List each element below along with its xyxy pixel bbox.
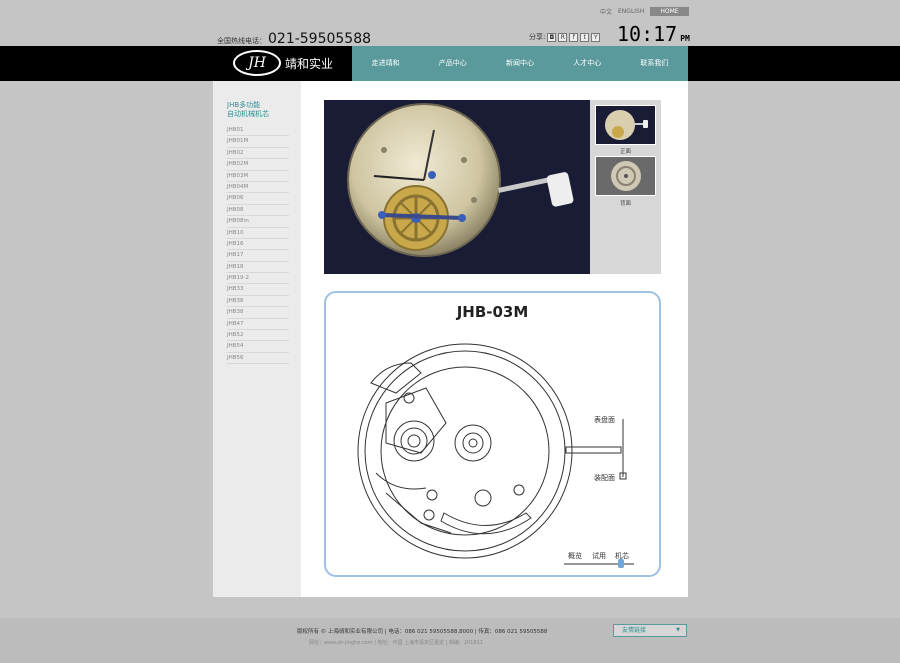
sidebar-title: JHB多功能 自动机械机芯 (227, 101, 269, 119)
movement-photo-image (347, 103, 574, 257)
product-item[interactable]: JHB16 (227, 239, 289, 251)
nav-about[interactable]: 走进靖和 (352, 46, 419, 81)
tab-fit[interactable]: 试用 (592, 551, 606, 561)
product-item[interactable]: JHB08m (227, 216, 289, 228)
movement-diagram: JHB-03M 表盘面 装配面 概览 试用 机芯 (324, 291, 661, 577)
product-item[interactable]: JHB06 (227, 193, 289, 205)
logo-name: 靖和实业 (285, 56, 334, 71)
hotline-number: 021-59505588 (268, 31, 372, 47)
top-bar: 中文 ENGLISH HOME 全国热线电话： 021-59505588 分享: … (0, 0, 900, 47)
product-item[interactable]: JHB03M (227, 171, 289, 182)
back-label: 背面 (619, 201, 631, 207)
movement-photo (324, 100, 590, 274)
nav-careers[interactable]: 人才中心 (554, 46, 621, 81)
footer: 版权所有 © 上海靖和实业有限公司 | 电话：086 021 59505588,… (0, 618, 900, 663)
qq-share-icon[interactable]: ◘ (547, 32, 557, 42)
product-item[interactable]: JHB56 (227, 353, 289, 365)
product-item[interactable]: JHB02M (227, 159, 289, 171)
product-item[interactable]: JHB17 (227, 250, 289, 262)
sidebar-title-line1: JHB多功能 (227, 101, 261, 109)
home-button[interactable]: HOME (650, 7, 689, 16)
hotline: 全国热线电话： 021-59505588 (217, 31, 371, 47)
share-label: 分享: (529, 33, 546, 41)
hotline-label: 全国热线电话： (217, 37, 266, 45)
case-side-label: 装配面 (594, 474, 615, 482)
nav-news[interactable]: 新闻中心 (486, 46, 553, 81)
product-item[interactable]: JHB47 (227, 319, 289, 331)
photo-thumbnails: 正面 背面 (590, 100, 661, 274)
view-slider-handle[interactable] (618, 559, 624, 568)
product-item[interactable]: JHB54 (227, 341, 289, 353)
front-label: 正面 (619, 149, 631, 155)
nav-contact[interactable]: 联系我们 (621, 46, 688, 81)
tab-overview[interactable]: 概览 (568, 551, 582, 561)
logo-mark: JH (233, 50, 281, 76)
main-content: JHB多功能 自动机械机芯 JHB01 JHB01M JHB02 JHB02M … (213, 81, 688, 597)
back-thumbnail-image (611, 161, 641, 191)
product-item[interactable]: JHB52 (227, 330, 289, 342)
product-item[interactable]: JHB10 (227, 228, 289, 239)
product-item[interactable]: JHB18 (227, 262, 289, 274)
product-item[interactable]: JHB33 (227, 284, 289, 296)
friend-links-dropdown[interactable]: 友情链接 ▼ (613, 624, 687, 637)
product-item[interactable]: JHB02 (227, 148, 289, 160)
footer-address: 网址：www.sh-jinghe.com | 地址：中国 上海市嘉定区嘉定 | … (309, 640, 484, 646)
movement-diagram-drawing (357, 343, 627, 559)
dial-side-label: 表盘面 (594, 416, 615, 424)
product-item[interactable]: JHB08 (227, 205, 289, 217)
footer-copyright: 版权所有 © 上海靖和实业有限公司 | 电话：086 021 59505588,… (297, 629, 548, 635)
product-item[interactable]: JHB19-2 (227, 273, 289, 285)
front-thumbnail-image (605, 110, 648, 140)
front-thumbnail[interactable] (595, 105, 656, 145)
product-list: JHB01 JHB01M JHB02 JHB02M JHB03M JHB04M … (227, 125, 289, 365)
sidebar-title-line2: 自动机械机芯 (227, 110, 269, 118)
nav-products[interactable]: 产品中心 (419, 46, 486, 81)
product-item[interactable]: JHB01M (227, 136, 289, 148)
lang-en-link[interactable]: ENGLISH (618, 8, 644, 15)
navigation-bar: JH 靖和实业 走进靖和 产品中心 新闻中心 人才中心 联系我们 (0, 46, 900, 81)
share-bar: 分享: ◘ R f t Y (529, 32, 601, 42)
chevron-down-icon: ▼ (676, 627, 680, 633)
logo[interactable]: JH 靖和实业 (233, 50, 333, 76)
renren-share-icon[interactable]: R (558, 32, 568, 42)
product-item[interactable]: JHB01 (227, 125, 289, 137)
main-menu: 走进靖和 产品中心 新闻中心 人才中心 联系我们 (352, 46, 688, 81)
twitter-share-icon[interactable]: t (580, 32, 590, 42)
facebook-share-icon[interactable]: f (569, 32, 579, 42)
clock-time: 10:17 (617, 22, 678, 46)
back-thumbnail[interactable] (595, 156, 656, 196)
friend-links-label: 友情链接 (622, 627, 647, 634)
product-item[interactable]: JHB38 (227, 307, 289, 319)
clock-ampm: PM (680, 34, 690, 43)
product-item[interactable]: JHB36 (227, 296, 289, 308)
youtube-share-icon[interactable]: Y (591, 32, 601, 42)
language-switcher: 中文 ENGLISH HOME (600, 7, 689, 16)
lang-cn-link[interactable]: 中文 (600, 7, 612, 16)
product-item[interactable]: JHB04M (227, 182, 289, 194)
product-sidebar: JHB多功能 自动机械机芯 JHB01 JHB01M JHB02 JHB02M … (213, 81, 301, 597)
clock: 10:17 PM (617, 22, 690, 46)
